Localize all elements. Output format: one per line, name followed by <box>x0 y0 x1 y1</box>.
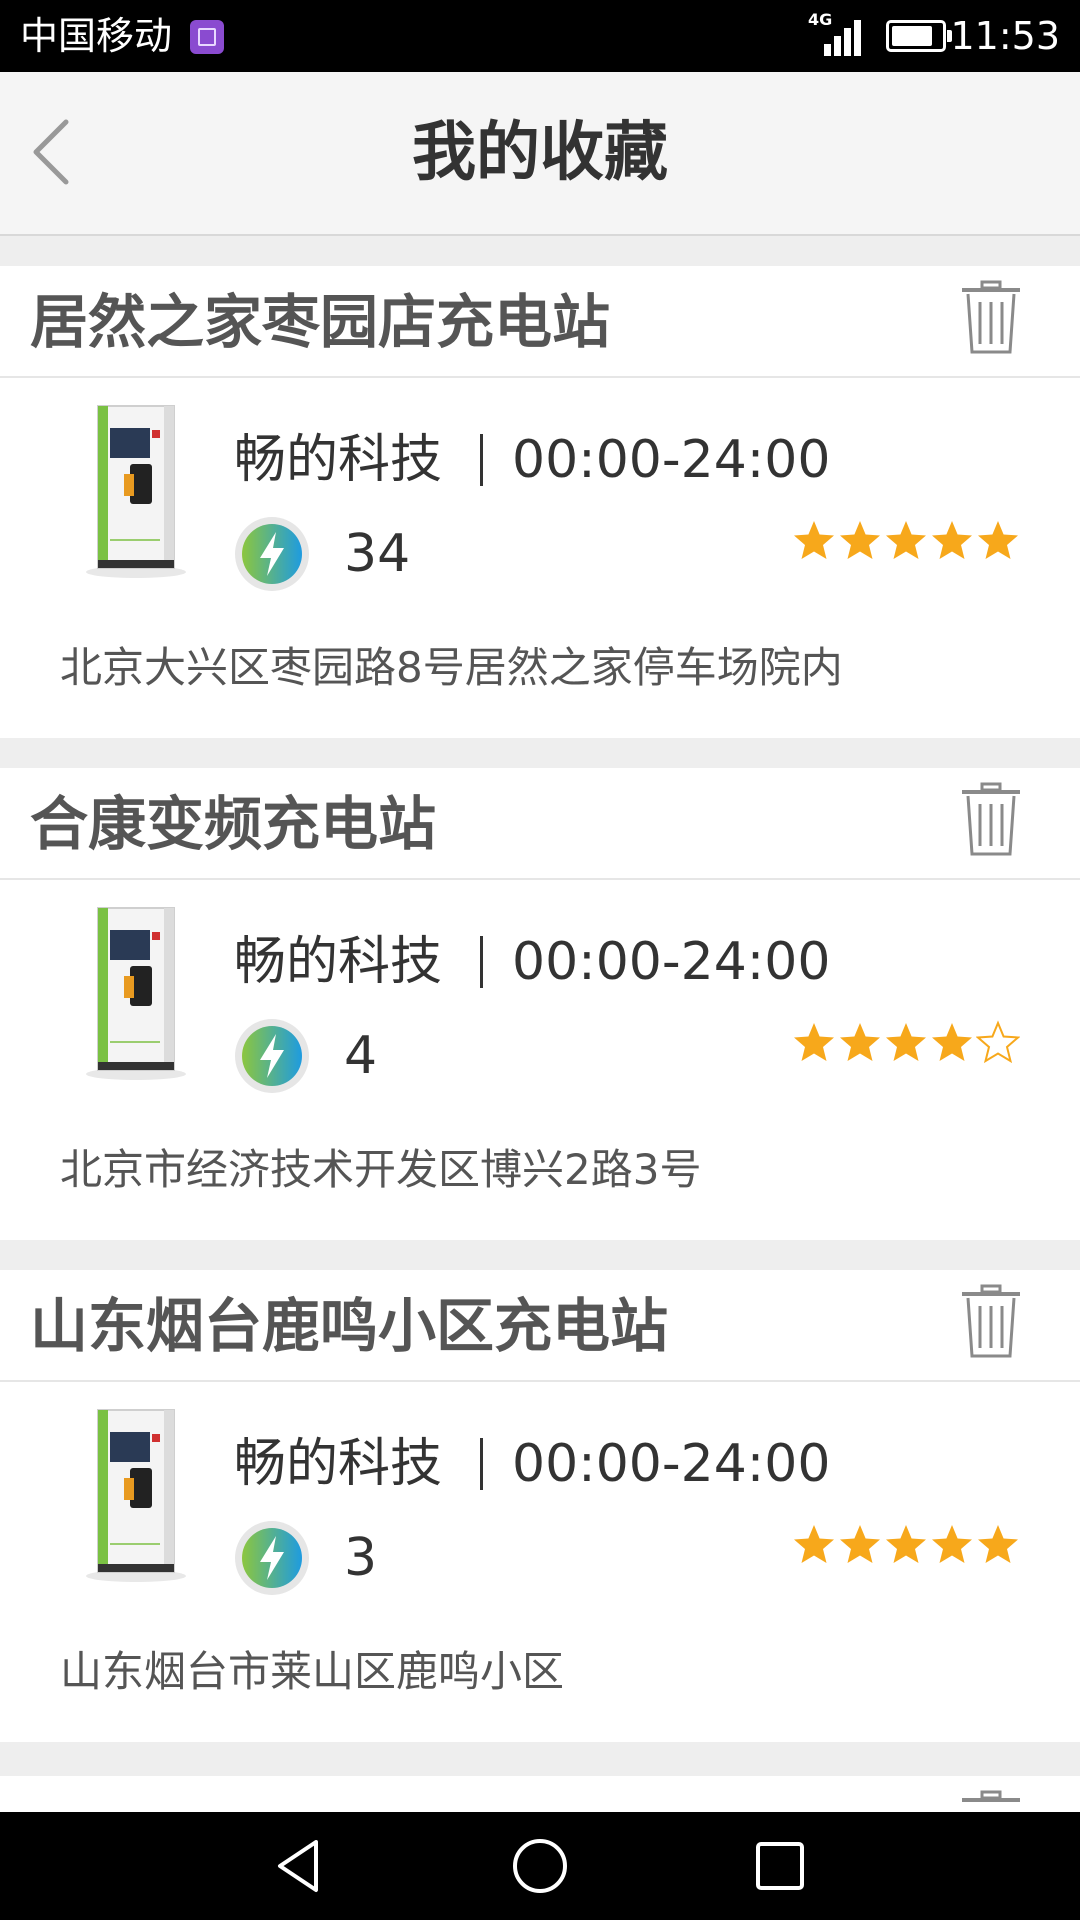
star-filled-icon <box>884 1020 928 1064</box>
card-body: 畅的科技 00:00-24:00 3 山东烟台市莱山区鹿鸣小区 <box>0 1382 1080 1742</box>
star-filled-icon <box>792 518 836 562</box>
charger-image <box>80 400 192 580</box>
status-bar: 中国移动 4G 11:53 <box>0 0 1080 72</box>
trash-icon <box>962 1790 1020 1802</box>
delete-button[interactable] <box>958 1790 1024 1812</box>
card-header: 山东烟台鹿鸣小区充电站 <box>0 1270 1080 1382</box>
rating-stars <box>792 518 1020 566</box>
app-header: 我的收藏 <box>0 72 1080 236</box>
charging-bolt-icon <box>234 516 310 592</box>
station-name: 山东烟台鹿鸣小区充电站 <box>30 1292 669 1360</box>
nav-home-button[interactable] <box>510 1836 570 1896</box>
operator-name: 畅的科技 <box>234 932 443 992</box>
charger-count: 4 <box>344 1026 378 1086</box>
star-filled-icon <box>884 518 928 562</box>
trash-icon <box>962 782 1020 856</box>
charging-bolt-icon <box>234 1018 310 1094</box>
favorites-list: 居然之家枣园店充电站 畅的科技 00:00-24:00 34 北京大兴区枣园路8… <box>0 236 1080 1742</box>
carrier-label: 中国移动 <box>20 14 173 58</box>
nav-recents-button[interactable] <box>750 1836 810 1896</box>
trash-icon <box>962 1284 1020 1358</box>
charging-bolt-icon <box>234 1520 310 1596</box>
favorite-card[interactable]: 山东烟台鹿鸣小区充电站 畅的科技 00:00-24:00 3 山东烟台市莱山区鹿… <box>0 1270 1080 1742</box>
rating-stars <box>792 1020 1021 1068</box>
triangle-back-icon <box>278 1840 318 1892</box>
nav-back-button[interactable] <box>270 1836 330 1896</box>
favorite-card[interactable]: 居然之家枣园店充电站 畅的科技 00:00-24:00 34 北京大兴区枣园路8… <box>0 266 1080 738</box>
star-empty-icon <box>975 1020 1021 1064</box>
star-filled-icon <box>930 1522 974 1566</box>
charger-count: 3 <box>344 1528 378 1588</box>
star-filled-icon <box>976 1522 1020 1566</box>
separator <box>480 434 483 486</box>
square-recents-icon <box>756 1842 804 1890</box>
operator-name: 畅的科技 <box>234 1434 443 1494</box>
network-type-label: 4G <box>808 10 833 29</box>
favorite-card-partial[interactable] <box>0 1776 1080 1812</box>
station-address: 山东烟台市莱山区鹿鸣小区 <box>60 1647 565 1696</box>
card-body: 畅的科技 00:00-24:00 4 北京市经济技术开发区博兴2路3号 <box>0 880 1080 1240</box>
card-header: 合康变频充电站 <box>0 768 1080 880</box>
opening-hours: 00:00-24:00 <box>512 430 831 490</box>
clock: 11:53 <box>950 14 1060 58</box>
operator-name: 畅的科技 <box>234 430 443 490</box>
page-title: 我的收藏 <box>412 116 668 190</box>
card-header: 居然之家枣园店充电站 <box>0 266 1080 378</box>
signal-icon: 4G <box>808 10 868 58</box>
star-filled-icon <box>976 518 1020 562</box>
charger-image <box>80 1404 192 1584</box>
charger-count: 34 <box>344 524 411 584</box>
star-filled-icon <box>838 518 882 562</box>
rating-stars <box>792 1522 1020 1570</box>
star-filled-icon <box>792 1522 836 1566</box>
station-address: 北京市经济技术开发区博兴2路3号 <box>60 1145 702 1194</box>
station-address: 北京大兴区枣园路8号居然之家停车场院内 <box>60 643 843 692</box>
trash-icon <box>962 280 1020 354</box>
star-filled-icon <box>792 1020 836 1064</box>
opening-hours: 00:00-24:00 <box>512 1434 831 1494</box>
separator <box>480 1438 483 1490</box>
star-filled-icon <box>930 1020 974 1064</box>
station-name: 居然之家枣园店充电站 <box>30 288 611 356</box>
delete-button[interactable] <box>958 1284 1024 1360</box>
delete-button[interactable] <box>958 782 1024 858</box>
system-nav-bar <box>0 1812 1080 1920</box>
battery-icon <box>886 20 952 52</box>
card-body: 畅的科技 00:00-24:00 34 北京大兴区枣园路8号居然之家停车场院内 <box>0 378 1080 738</box>
gallery-notification-icon <box>190 20 224 54</box>
separator <box>480 936 483 988</box>
circle-home-icon <box>513 1839 567 1893</box>
charger-image <box>80 902 192 1082</box>
star-filled-icon <box>838 1522 882 1566</box>
station-name: 合康变频充电站 <box>30 790 437 858</box>
star-filled-icon <box>838 1020 882 1064</box>
star-filled-icon <box>884 1522 928 1566</box>
star-filled-icon <box>930 518 974 562</box>
favorite-card[interactable]: 合康变频充电站 畅的科技 00:00-24:00 4 北京市经济技术开发区博兴2… <box>0 768 1080 1240</box>
delete-button[interactable] <box>958 280 1024 356</box>
opening-hours: 00:00-24:00 <box>512 932 831 992</box>
